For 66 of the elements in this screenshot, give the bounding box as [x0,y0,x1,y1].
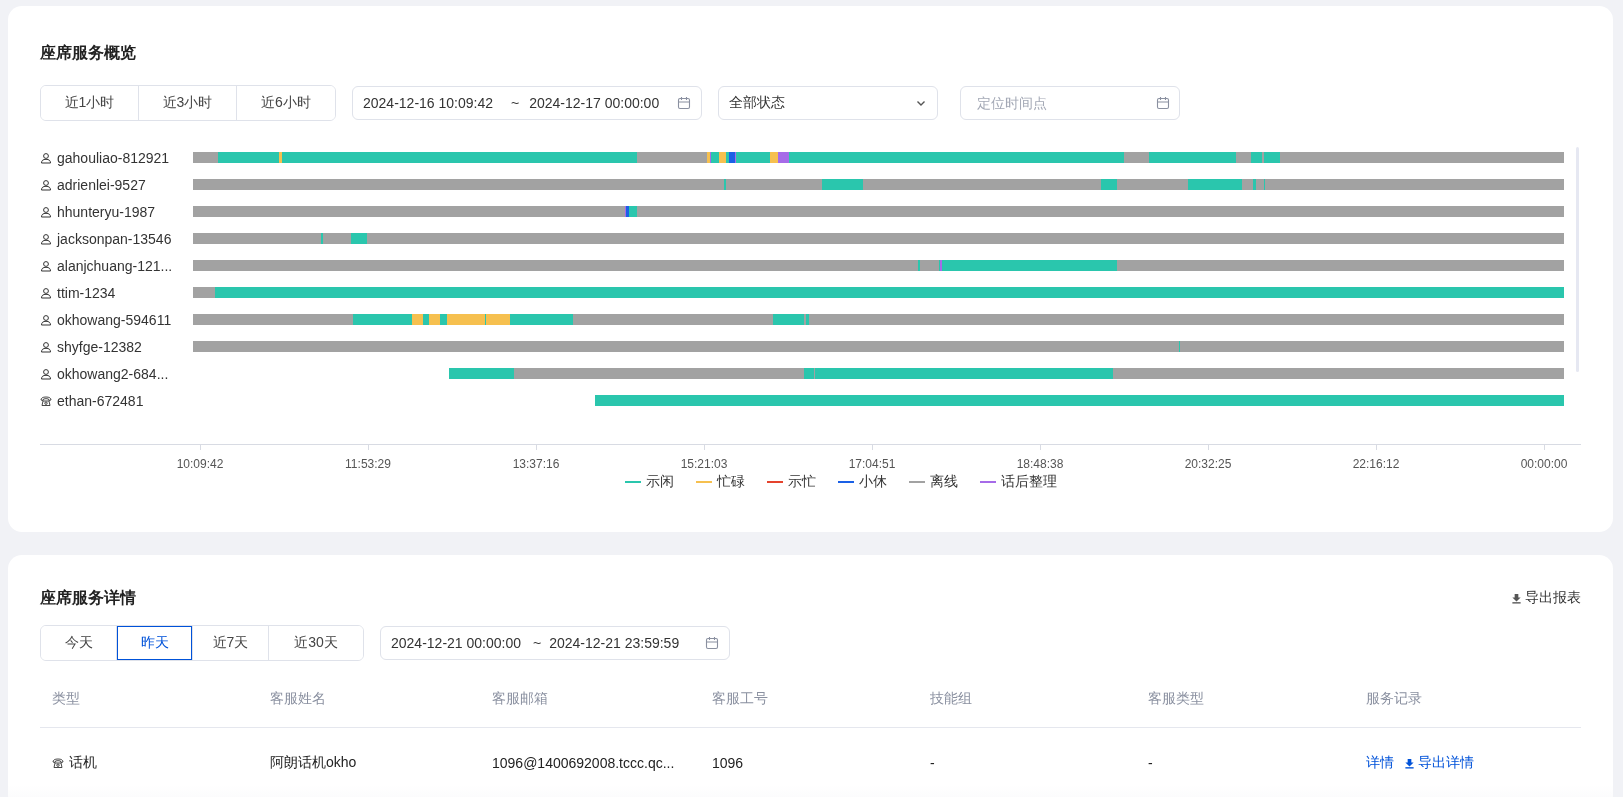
agent-name: hhunteryu-1987 [57,203,156,220]
person-icon [40,205,52,218]
table-cell-text: 1096 [711,755,745,771]
agent-name: ethan-672481 [57,392,144,409]
date-range-tab[interactable]: 今天 [41,626,117,660]
status-select[interactable]: 全部状态 [718,86,938,120]
download-icon [1404,757,1415,769]
legend-label[interactable]: 离线 [929,473,958,491]
person-icon [40,259,52,272]
axis-tick-label: 18:48:38 [1016,457,1064,471]
column-header: 类型 [51,690,81,708]
column-header: 客服姓名 [269,690,327,708]
phone-icon [40,394,52,407]
person-icon [40,178,52,191]
export-details-link[interactable]: 导出详情 [1404,754,1474,772]
date-range-tab[interactable]: 昨天 [117,626,193,660]
agent-name: gahouliao-812921 [57,149,170,166]
table-cell: 话机 [69,754,97,772]
table-cell-text: 1096@1400692008.tccc.qc... [491,755,676,771]
calendar-icon [705,636,719,650]
axis-tick-label: 10:09:42 [176,457,224,471]
legend-label[interactable]: 示闲 [645,473,674,491]
table-cell-text: - [929,755,936,771]
person-icon [40,367,52,380]
agent-name: ttim-1234 [57,284,116,301]
time-range-tab[interactable]: 近1小时 [41,86,139,120]
calendar-icon [1156,96,1170,110]
person-icon [40,286,52,299]
agent-name: okhowang2-684... [57,365,169,382]
legend-label[interactable]: 话后整理 [1000,473,1057,491]
agent-name: adrienlei-9527 [57,176,146,193]
time-point-field[interactable]: 定位时间点 [960,86,1180,120]
axis-tick-label: 13:37:16 [512,457,560,471]
column-header: 客服工号 [711,690,769,708]
legend-label[interactable]: 示忙 [787,473,816,491]
axis-tick-label: 11:53:29 [345,457,391,471]
column-header: 客服类型 [1147,690,1205,708]
phone-icon [52,757,64,769]
section-title: 座席服务概览 [40,43,137,63]
table-cell-text: 阿朗话机okho [269,754,358,772]
axis-tick-label: 22:16:12 [1352,457,1400,471]
person-icon [40,151,52,164]
calendar-icon [677,96,691,110]
date-range-field[interactable]: 2024-12-21 00:00:00 ~ 2024-12-21 23:59:59 [380,626,730,660]
details-link[interactable]: 详情 [1366,754,1394,772]
person-icon [40,313,52,326]
axis-tick-label: 20:32:25 [1184,457,1232,471]
column-header: 客服邮箱 [491,690,549,708]
axis-tick-label: 00:00:00 [1520,457,1568,471]
agent-name: alanjchuang-121... [57,257,173,274]
agent-name: okhowang-594611 [57,311,172,328]
agent-name: jacksonpan-13546 [57,230,172,247]
person-icon [40,340,52,353]
person-icon [40,232,52,245]
axis-tick-label: 15:21:03 [680,457,728,471]
table-cell-text: - [1147,755,1154,771]
axis-tick-label: 17:04:51 [848,457,896,471]
section-title: 座席服务详情 [40,588,136,608]
legend-label[interactable]: 小休 [858,473,887,491]
agent-name: shyfge-12382 [57,338,142,355]
column-header: 技能组 [929,690,973,708]
date-range-field[interactable]: 2024-12-16 10:09:42 ~ 2024-12-17 00:00:00 [352,86,702,120]
column-header: 服务记录 [1365,690,1423,708]
download-icon [1511,592,1522,604]
legend-label[interactable]: 忙碌 [716,473,745,491]
export-report-button[interactable]: 导出报表 [1511,589,1581,607]
